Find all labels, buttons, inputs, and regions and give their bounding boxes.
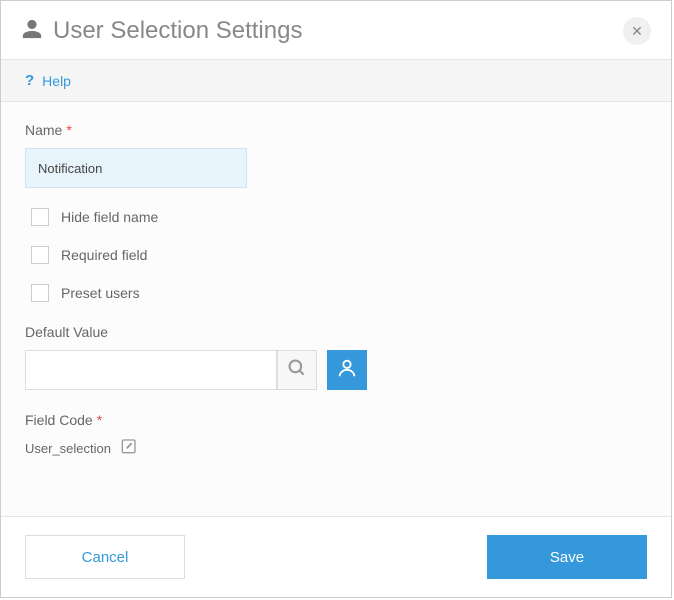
close-button[interactable]: ✕ (623, 17, 651, 45)
preset-users-checkbox[interactable] (31, 284, 49, 302)
dialog: User Selection Settings ✕ ? Help Name * … (0, 0, 672, 598)
name-label: Name * (25, 122, 647, 138)
search-button[interactable] (277, 350, 317, 390)
hide-field-checkbox[interactable] (31, 208, 49, 226)
help-bar: ? Help (1, 59, 671, 102)
search-icon (287, 358, 307, 383)
dialog-header: User Selection Settings ✕ (1, 1, 671, 59)
required-marker: * (66, 122, 71, 138)
field-code-section: Field Code * User_selection (25, 412, 647, 458)
edit-field-code-button[interactable] (119, 438, 139, 458)
preset-users-row: Preset users (25, 284, 647, 302)
pencil-icon (121, 438, 137, 459)
default-value-row (25, 350, 647, 390)
default-value-label: Default Value (25, 324, 647, 340)
field-code-row: User_selection (25, 438, 647, 458)
required-field-label: Required field (61, 247, 147, 263)
required-marker: * (97, 412, 102, 428)
default-value-section: Default Value (25, 324, 647, 390)
default-value-input[interactable] (25, 350, 277, 390)
dialog-title: User Selection Settings (53, 17, 623, 45)
hide-field-label: Hide field name (61, 209, 158, 225)
user-icon (21, 18, 43, 45)
save-button[interactable]: Save (487, 535, 647, 579)
field-code-label: Field Code * (25, 412, 647, 428)
help-icon: ? (25, 72, 34, 89)
user-picker-icon (336, 357, 358, 384)
help-link[interactable]: Help (42, 73, 71, 89)
cancel-button[interactable]: Cancel (25, 535, 185, 579)
name-input[interactable] (25, 148, 247, 188)
required-field-checkbox[interactable] (31, 246, 49, 264)
user-picker-button[interactable] (327, 350, 367, 390)
dialog-footer: Cancel Save (1, 516, 671, 597)
close-icon: ✕ (631, 23, 643, 40)
field-code-value: User_selection (25, 441, 111, 456)
preset-users-label: Preset users (61, 285, 140, 301)
hide-field-row: Hide field name (25, 208, 647, 226)
dialog-body: Name * Hide field name Required field Pr… (1, 102, 671, 516)
required-field-row: Required field (25, 246, 647, 264)
